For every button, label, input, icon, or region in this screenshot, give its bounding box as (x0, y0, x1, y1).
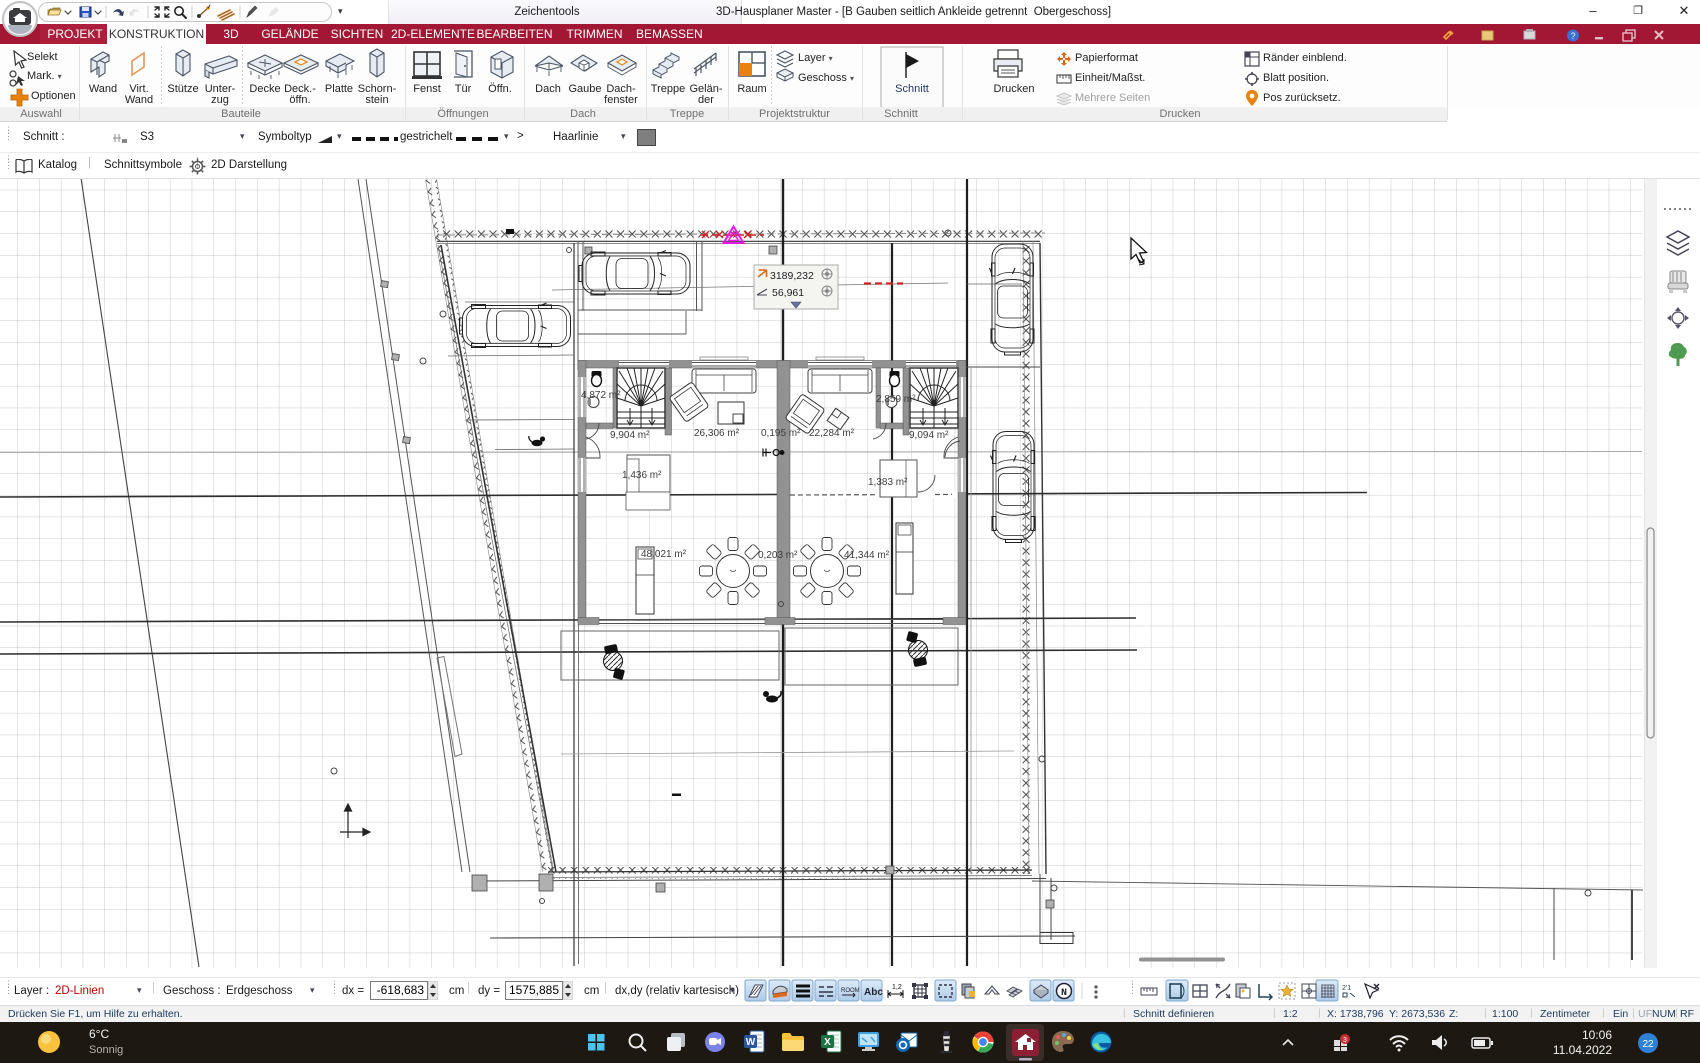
svg-text:22,284 m²: 22,284 m² (809, 428, 855, 439)
svg-text:1,2: 1,2 (892, 984, 902, 991)
svg-text:X: X (824, 1037, 831, 1048)
svg-text:3189,232: 3189,232 (770, 270, 814, 282)
svg-text:Sonnig: Sonnig (89, 1044, 123, 1056)
svg-text:56,961: 56,961 (772, 287, 804, 299)
svg-text:2,859 m²: 2,859 m² (876, 394, 916, 405)
svg-text:10:06: 10:06 (1582, 1028, 1612, 1042)
svg-text:11.04.2022: 11.04.2022 (1553, 1043, 1612, 1057)
svg-text:?: ? (1570, 31, 1575, 41)
svg-text:W: W (746, 1037, 756, 1048)
svg-text:6°C: 6°C (89, 1027, 109, 1041)
svg-text:9,094 m²: 9,094 m² (909, 430, 949, 441)
svg-text:0,195 m²: 0,195 m² (761, 428, 801, 439)
svg-text:48,021 m²: 48,021 m² (641, 549, 687, 560)
svg-text:3: 3 (1343, 1037, 1347, 1044)
svg-text:26,306 m²: 26,306 m² (694, 428, 740, 439)
svg-text:N: N (1061, 988, 1067, 999)
svg-text:41,344 m²: 41,344 m² (844, 550, 890, 561)
svg-text:1,436 m²: 1,436 m² (622, 470, 662, 481)
svg-text:4,872 m²: 4,872 m² (581, 390, 621, 401)
svg-text:Abc: Abc (864, 987, 883, 998)
svg-text:0,203 m²: 0,203 m² (758, 550, 798, 561)
svg-text:22: 22 (1642, 1039, 1654, 1050)
svg-text:9,904 m²: 9,904 m² (610, 430, 650, 441)
svg-text:1,383 m²: 1,383 m² (868, 477, 908, 488)
svg-text:2′1: 2′1 (1342, 985, 1351, 992)
svg-text:ROOM: ROOM (841, 988, 860, 994)
